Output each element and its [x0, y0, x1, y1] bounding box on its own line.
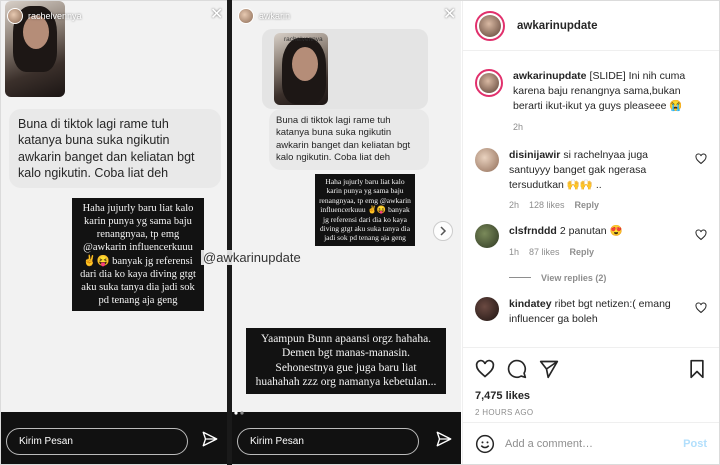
- post-username[interactable]: awkarinupdate: [517, 20, 598, 32]
- post-comment-button[interactable]: Post: [683, 438, 707, 450]
- story-panel-rachelvennya: rachelvennya ✕ Buna di tiktok lagi rame …: [1, 1, 227, 464]
- comment-likes[interactable]: 128 likes: [529, 199, 565, 212]
- comment-icon[interactable]: [507, 359, 527, 379]
- caption-username[interactable]: awkarinupdate: [513, 70, 587, 82]
- story-username: awkarin: [259, 11, 291, 21]
- comment-age: 2h: [509, 200, 520, 211]
- question-bubble: Buna di tiktok lagi rame tuh katanya bun…: [9, 109, 221, 188]
- story-user[interactable]: rachelvennya: [7, 8, 82, 24]
- pagination-dots: [234, 411, 244, 415]
- reshared-username: rachelvennya: [284, 36, 323, 43]
- heart-icon[interactable]: [695, 153, 707, 165]
- send-message-input[interactable]: Kirim Pesan: [6, 428, 188, 455]
- share-icon[interactable]: [539, 359, 559, 379]
- comment-username[interactable]: kindatey: [509, 298, 552, 310]
- story-footer: Kirim Pesan: [1, 412, 227, 464]
- divider: [509, 277, 531, 279]
- view-replies-button[interactable]: View replies (2): [509, 273, 707, 283]
- watermark: @awkarinupdate: [201, 250, 303, 265]
- send-icon[interactable]: [435, 430, 453, 448]
- bookmark-icon[interactable]: [687, 359, 707, 379]
- avatar[interactable]: [475, 10, 505, 41]
- chevron-right-icon: [440, 226, 447, 236]
- emoji-icon[interactable]: [475, 434, 495, 454]
- avatar: [7, 8, 23, 24]
- caption-age: 2h: [513, 121, 524, 132]
- avatar[interactable]: [475, 224, 499, 249]
- avatar[interactable]: [475, 69, 503, 97]
- avatar[interactable]: [475, 147, 499, 172]
- post-caption: awkarinupdate [SLIDE] Ini nih cuma karena…: [475, 69, 707, 134]
- reply-button[interactable]: Reply: [575, 199, 600, 212]
- add-comment-bar: Add a comment… Post: [463, 422, 719, 464]
- send-message-input[interactable]: Kirim Pesan: [237, 428, 419, 455]
- answer-text: Haha jujurly baru liat kalo karin punya …: [72, 198, 204, 311]
- next-slide-button[interactable]: [433, 221, 453, 241]
- heart-icon[interactable]: [695, 229, 707, 241]
- likes-count[interactable]: 7,475 likes: [475, 390, 707, 402]
- comment-item: clsfrnddd 2 panutan 😍 1h 87 likes Reply: [475, 224, 707, 258]
- comment-username[interactable]: clsfrnddd: [509, 225, 557, 237]
- story-user[interactable]: awkarin: [238, 8, 290, 24]
- comment-text: 2 panutan 😍: [559, 225, 623, 238]
- story-panel-awkarin: awkarin ✕ rachelvennya Buna di tiktok la…: [232, 1, 461, 464]
- comments-list: awkarinupdate [SLIDE] Ini nih cuma karena…: [463, 59, 719, 344]
- story-footer: Kirim Pesan: [232, 411, 461, 464]
- send-icon[interactable]: [201, 430, 219, 448]
- comment-username[interactable]: disinijawir: [509, 149, 560, 161]
- story-photo: [274, 33, 328, 105]
- comment-age: 1h: [509, 246, 520, 257]
- heart-icon[interactable]: [695, 302, 707, 314]
- comment-likes[interactable]: 87 likes: [529, 246, 560, 259]
- post-header: awkarinupdate: [463, 1, 719, 51]
- reply-button[interactable]: Reply: [570, 246, 595, 259]
- heart-icon[interactable]: [475, 359, 495, 379]
- view-replies-label: View replies (2): [541, 272, 607, 283]
- comment-item: disinijawir si rachelnyaa juga santuyyy b…: [475, 147, 707, 213]
- post-side-panel: awkarinupdate awkarinupdate [SLIDE] Ini n…: [462, 1, 719, 464]
- question-bubble: Buna di tiktok lagi rame tuh katanya bun…: [269, 109, 429, 171]
- post-actions: 7,475 likes 2 HOURS AGO: [463, 347, 719, 417]
- add-comment-input[interactable]: Add a comment…: [505, 438, 673, 450]
- avatar[interactable]: [475, 296, 499, 321]
- reshared-story-card: rachelvennya: [262, 29, 428, 109]
- avatar: [238, 8, 254, 24]
- comment-item: kindatey ribet bgt netizen:( emang influe…: [475, 296, 707, 327]
- post-time: 2 HOURS AGO: [475, 408, 534, 417]
- close-icon[interactable]: ✕: [210, 7, 223, 23]
- quoted-answer-text: Haha jujurly baru liat kalo karin punya …: [315, 174, 415, 246]
- close-icon[interactable]: ✕: [443, 7, 456, 23]
- story-username: rachelvennya: [28, 11, 82, 21]
- reply-text: Yaampun Bunn apaansi orgz hahaha. Demen …: [246, 328, 446, 394]
